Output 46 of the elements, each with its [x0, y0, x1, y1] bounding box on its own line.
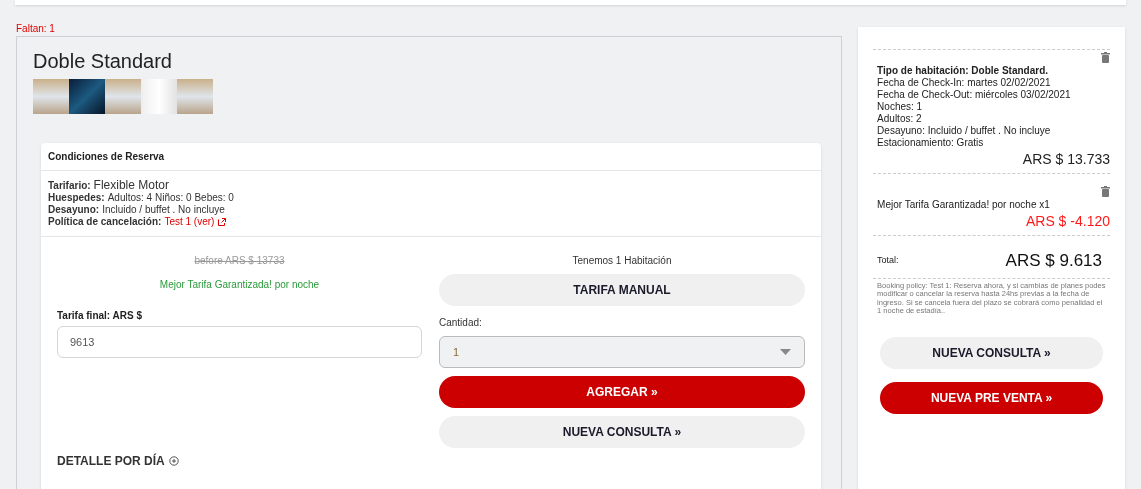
summary-line: Fecha de Check-Out: miércoles 03/02/2021 — [877, 89, 1072, 101]
old-price: before ARS $ 13733 — [194, 254, 285, 268]
availability-text: Tenemos 1 Habitación — [572, 254, 672, 268]
total-amount: ARS $ 9.613 — [1005, 250, 1102, 272]
summary-line: Mejor Tarifa Garantizada! por noche x1 — [877, 199, 1051, 211]
primary-button[interactable]: AGREGAR » — [439, 376, 805, 408]
primary-button[interactable]: NUEVA PRE VENTA » — [880, 381, 1103, 414]
summary-line: Estacionamiento: Gratis — [877, 137, 985, 149]
summary-line: Noches: 1 — [877, 101, 924, 113]
field-value: Adultos: 4 Niños: 0 Bebes: 0 — [107, 192, 234, 204]
summary-line: Desayuno: Incluido / buffet . No incluye — [877, 125, 1052, 137]
card-header: Condiciones de Reserva — [41, 143, 821, 171]
summary-line: Fecha de Check-In: martes 02/02/2021 — [877, 77, 1052, 89]
caret-icon — [780, 349, 791, 355]
detail-toggle[interactable]: DETALLE POR DÍA — [57, 452, 165, 470]
fare-input[interactable]: 9613 — [57, 326, 422, 358]
secondary-button[interactable]: TARIFA MANUAL — [439, 274, 805, 306]
plus-circle-icon[interactable] — [168, 456, 179, 466]
room-title: Doble Standard — [33, 49, 173, 73]
external-link-icon — [218, 218, 227, 226]
field-value: Incluido / buffet . No incluye — [102, 204, 225, 216]
photo-placeholder[interactable] — [69, 79, 105, 114]
missing-count: Faltan: 1 — [16, 22, 56, 36]
field-value: Flexible Motor — [93, 179, 169, 191]
trash-icon[interactable] — [1101, 186, 1110, 197]
policy-link[interactable]: Test 1 (ver) — [164, 216, 227, 228]
field-label: Huespedes: — [48, 192, 105, 204]
secondary-button[interactable]: NUEVA CONSULTA » — [439, 416, 805, 448]
summary-line: Adultos: 2 — [877, 113, 923, 125]
field-label: Desayuno: — [48, 204, 100, 216]
photo-placeholder[interactable] — [33, 79, 69, 114]
photo-placeholder[interactable] — [177, 79, 213, 114]
photo-placeholder[interactable] — [105, 79, 141, 114]
total-label: Total: — [877, 254, 899, 267]
summary-amount: ARS $ -4.120 — [1025, 212, 1110, 231]
field-label: Política de cancelación: — [48, 216, 162, 228]
field-label: Tarifario: — [48, 180, 91, 192]
promo-text: Mejor Tarifa Garantizada! por noche — [159, 278, 320, 292]
photo-placeholder[interactable] — [141, 79, 177, 114]
quantity-label: Cantidad: — [439, 316, 483, 330]
room-type: Tipo de habitación: Doble Standard. — [877, 65, 1050, 77]
quantity-select[interactable]: 1 — [439, 336, 805, 368]
summary-amount: ARS $ 13.733 — [1022, 150, 1110, 169]
trash-icon[interactable] — [1101, 52, 1110, 63]
secondary-button[interactable]: NUEVA CONSULTA » — [880, 336, 1103, 369]
fare-label: Tarifa final: ARS $ — [57, 309, 143, 323]
